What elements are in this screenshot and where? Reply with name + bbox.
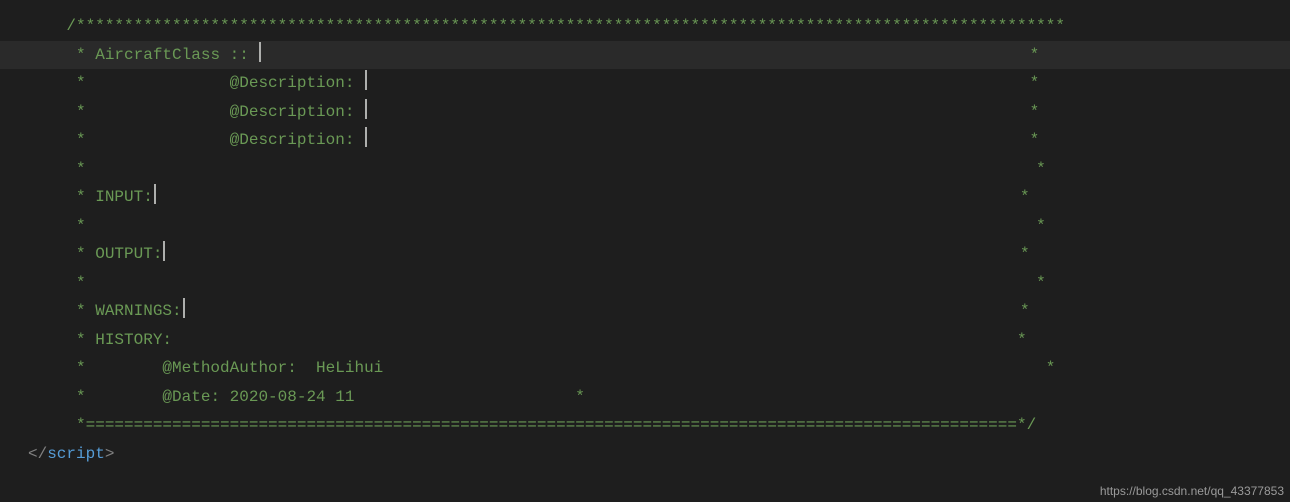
comment-text: * WARNINGS:	[28, 302, 182, 320]
comment-text: * *	[28, 160, 1046, 178]
comment-text: * @Description:	[28, 103, 364, 121]
code-line[interactable]: *=======================================…	[18, 411, 1290, 440]
comment-text: * AircraftClass ::	[28, 46, 258, 64]
code-line[interactable]: * INPUT: *	[18, 183, 1290, 212]
code-line[interactable]: * @Description: *	[18, 126, 1290, 155]
comment-text: *	[156, 188, 1030, 206]
comment-text: * @Date: 2020-08-24 11 *	[28, 388, 585, 406]
comment-text: * *	[28, 217, 1046, 235]
comment-text: *	[367, 103, 1039, 121]
comment-text: *	[367, 74, 1039, 92]
code-line[interactable]: * OUTPUT: *	[18, 240, 1290, 269]
code-line[interactable]: * *	[18, 212, 1290, 241]
code-editor[interactable]: /***************************************…	[18, 0, 1290, 502]
code-line[interactable]: * @Description: *	[18, 69, 1290, 98]
code-line[interactable]: * WARNINGS: *	[18, 297, 1290, 326]
tag-name: script	[47, 445, 105, 463]
comment-text: *	[261, 46, 1039, 64]
comment-text: * @Description:	[28, 74, 364, 92]
code-line[interactable]: * @Description: *	[18, 98, 1290, 127]
comment-text: * HISTORY: *	[28, 331, 1027, 349]
code-line[interactable]: * *	[18, 155, 1290, 184]
editor-gutter	[0, 0, 18, 502]
code-line-active[interactable]: * AircraftClass :: *	[18, 41, 1290, 70]
code-line[interactable]: * @MethodAuthor: HeLihui *	[18, 354, 1290, 383]
tag-punctuation: </	[28, 445, 47, 463]
comment-text: * @Description:	[28, 131, 364, 149]
comment-text: *	[165, 245, 1029, 263]
tag-punctuation: >	[105, 445, 115, 463]
code-line[interactable]: * *	[18, 269, 1290, 298]
comment-text: * OUTPUT:	[28, 245, 162, 263]
watermark-text: https://blog.csdn.net/qq_43377853	[1100, 484, 1284, 498]
comment-text: * @MethodAuthor: HeLihui *	[28, 359, 1055, 377]
comment-text: /***************************************…	[28, 17, 1065, 35]
comment-text: *=======================================…	[28, 416, 1036, 434]
comment-text: *	[185, 302, 1030, 320]
comment-text: * INPUT:	[28, 188, 153, 206]
comment-text: * *	[28, 274, 1046, 292]
code-line[interactable]: /***************************************…	[18, 12, 1290, 41]
code-line[interactable]: </script>	[18, 440, 1290, 469]
comment-text: *	[367, 131, 1039, 149]
code-line[interactable]: * HISTORY: *	[18, 326, 1290, 355]
code-line[interactable]: * @Date: 2020-08-24 11 *	[18, 383, 1290, 412]
